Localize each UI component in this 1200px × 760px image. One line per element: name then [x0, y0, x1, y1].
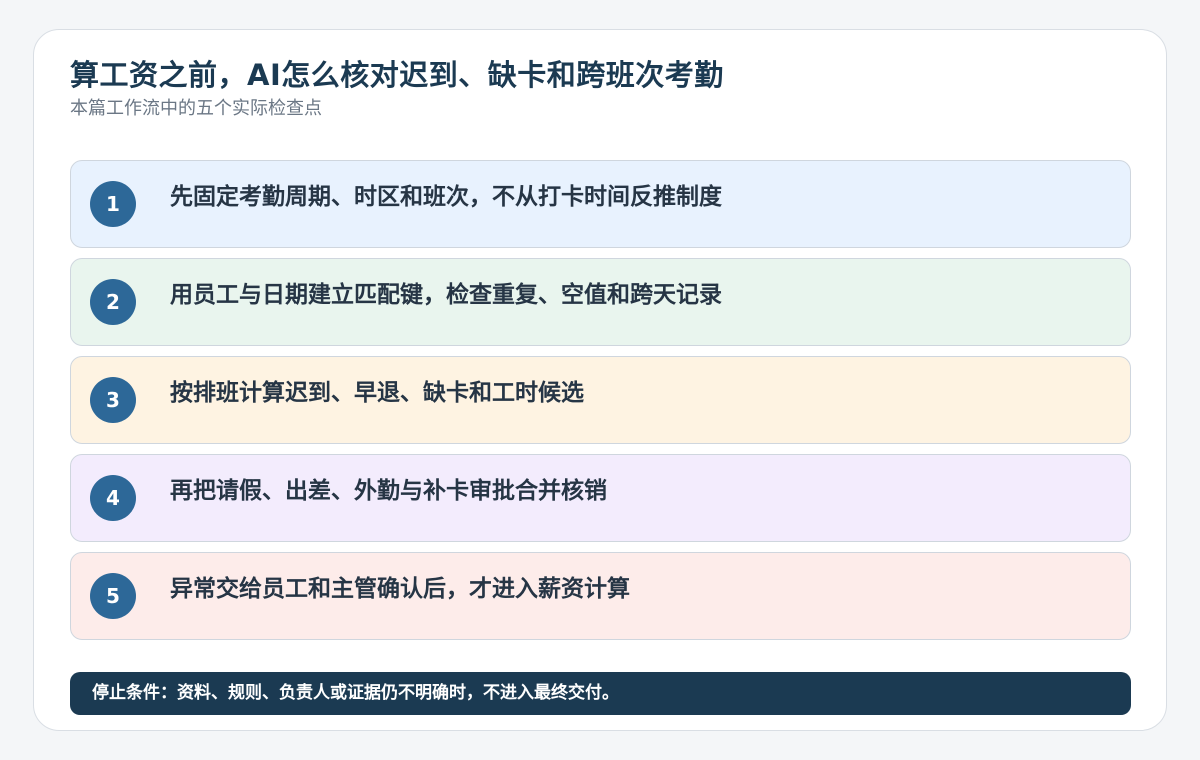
- page-subtitle: 本篇工作流中的五个实际检查点: [70, 98, 322, 119]
- step-number-badge: 4: [90, 475, 136, 521]
- step-item-1: 1 先固定考勤周期、时区和班次，不从打卡时间反推制度: [70, 160, 1131, 248]
- step-text: 异常交给员工和主管确认后，才进入薪资计算: [170, 576, 630, 602]
- step-text: 按排班计算迟到、早退、缺卡和工时候选: [170, 380, 584, 406]
- step-text: 用员工与日期建立匹配键，检查重复、空值和跨天记录: [170, 282, 722, 308]
- step-text: 再把请假、出差、外勤与补卡审批合并核销: [170, 478, 607, 504]
- step-text: 先固定考勤周期、时区和班次，不从打卡时间反推制度: [170, 184, 722, 210]
- step-number-badge: 2: [90, 279, 136, 325]
- step-item-3: 3 按排班计算迟到、早退、缺卡和工时候选: [70, 356, 1131, 444]
- step-item-5: 5 异常交给员工和主管确认后，才进入薪资计算: [70, 552, 1131, 640]
- step-number-badge: 5: [90, 573, 136, 619]
- step-item-4: 4 再把请假、出差、外勤与补卡审批合并核销: [70, 454, 1131, 542]
- step-list: 1 先固定考勤周期、时区和班次，不从打卡时间反推制度 2 用员工与日期建立匹配键…: [70, 160, 1131, 650]
- step-number-badge: 3: [90, 377, 136, 423]
- stop-condition-banner: 停止条件：资料、规则、负责人或证据仍不明确时，不进入最终交付。: [70, 672, 1131, 715]
- page-title: 算工资之前，AI怎么核对迟到、缺卡和跨班次考勤: [70, 58, 724, 92]
- step-number-badge: 1: [90, 181, 136, 227]
- step-item-2: 2 用员工与日期建立匹配键，检查重复、空值和跨天记录: [70, 258, 1131, 346]
